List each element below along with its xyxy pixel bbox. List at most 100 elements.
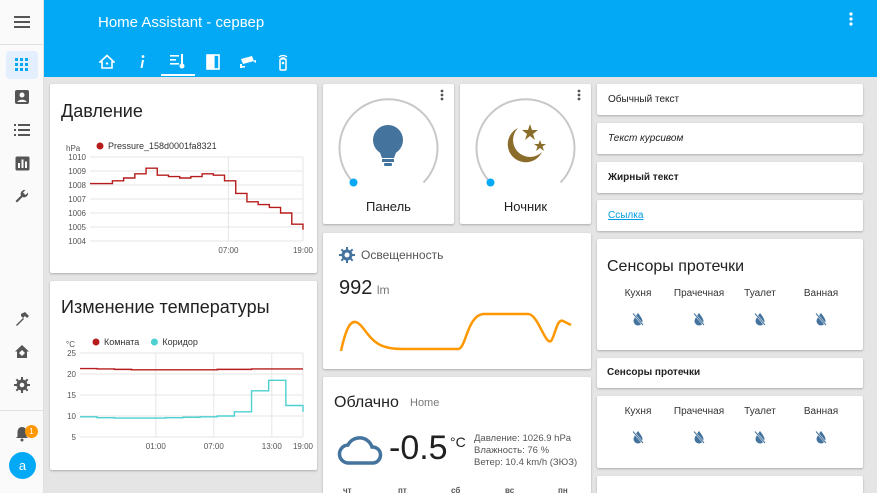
weather-card[interactable]: Облачно Home -0.5 °C Давление: 1026.9 hP… bbox=[323, 377, 591, 493]
cctv-icon bbox=[240, 56, 256, 68]
x-tick-label: 01:00 bbox=[146, 442, 167, 451]
y-tick-label: 25 bbox=[67, 349, 76, 358]
water-off-icon bbox=[784, 312, 858, 331]
light-name: Панель bbox=[366, 199, 411, 214]
y-tick-label: 5 bbox=[72, 433, 77, 442]
legend-swatch bbox=[150, 338, 158, 346]
overflow-menu-icon[interactable] bbox=[849, 12, 853, 31]
markdown-bold-text: Жирный текст bbox=[608, 172, 679, 183]
cloud-icon bbox=[337, 436, 383, 465]
notification-badge: 1 bbox=[25, 425, 38, 438]
forecast-day: чт bbox=[343, 486, 352, 493]
next-card bbox=[597, 476, 863, 493]
sidebar-item-logbook[interactable] bbox=[6, 83, 38, 111]
legend-label: Комната bbox=[104, 337, 139, 347]
sidebar-item-dev-tools[interactable] bbox=[6, 305, 38, 333]
list-icon bbox=[14, 124, 30, 136]
y-tick-label: 10 bbox=[67, 412, 76, 421]
user-avatar[interactable]: a bbox=[9, 452, 36, 479]
door-icon bbox=[206, 54, 220, 70]
leak-sensors-card: Кухня Прачечная Туалет Ванная bbox=[597, 396, 863, 468]
x-tick-label: 13:00 bbox=[262, 442, 283, 451]
app-header: Home Assistant - сервер bbox=[44, 0, 877, 77]
tab-home[interactable] bbox=[90, 48, 124, 76]
weather-pressure: Давление: 1026.9 hPa bbox=[474, 433, 572, 444]
leak-sensor-label: Ванная bbox=[803, 288, 839, 299]
markdown-card-normal: Обычный текст bbox=[597, 84, 863, 115]
y-axis-label: °C bbox=[66, 340, 75, 349]
forecast-day: пн bbox=[558, 486, 568, 493]
y-tick-label: 1008 bbox=[68, 181, 86, 190]
legend-label: Pressure_158d0001fa8321 bbox=[108, 141, 217, 151]
forecast-day: сб bbox=[451, 486, 461, 493]
sensor-sparkline bbox=[339, 312, 572, 352]
pressure-history-card: Давление 1010 1009 1008 1007 1006 1005 1004 07:… bbox=[50, 84, 317, 273]
sidebar-item-history[interactable] bbox=[6, 149, 38, 177]
y-tick-label: 1010 bbox=[68, 153, 86, 162]
leak-sensors-title-card: Сенсоры протечки bbox=[597, 358, 863, 388]
hammer-icon bbox=[16, 312, 29, 326]
tab-sensors[interactable] bbox=[161, 48, 195, 76]
weather-location: Home bbox=[410, 397, 440, 409]
chart-icon bbox=[15, 156, 29, 170]
thermostat-icon bbox=[170, 54, 185, 69]
light-name: Ночник bbox=[503, 199, 548, 214]
markdown-italic-text: Текст курсивом bbox=[608, 133, 684, 144]
moon-stars-icon[interactable] bbox=[502, 122, 548, 168]
markdown-normal-text: Обычный текст bbox=[608, 94, 680, 105]
light-card-panel[interactable]: Панель bbox=[323, 84, 454, 224]
y-axis-label: hPa bbox=[66, 144, 81, 153]
series-line bbox=[80, 367, 303, 371]
markdown-link[interactable]: Ссылка bbox=[608, 210, 643, 221]
menu-icon[interactable] bbox=[6, 8, 38, 36]
card-title: Сенсоры протечки bbox=[607, 367, 701, 378]
series-line bbox=[80, 379, 304, 419]
sidebar: 1 a bbox=[0, 0, 44, 493]
temperature-history-card: Изменение температуры 25 20 15 10 5 01:00 07:0… bbox=[50, 281, 317, 470]
tab-cameras[interactable] bbox=[231, 48, 265, 76]
info-icon bbox=[140, 55, 145, 68]
lightbulb-icon[interactable] bbox=[371, 124, 405, 168]
x-tick-label: 19:00 bbox=[293, 442, 314, 451]
leak-sensors-glance-card: Сенсоры протечки Кухня Прачечная Туалет Ван… bbox=[597, 239, 863, 350]
remote-icon bbox=[278, 54, 288, 71]
illuminance-sensor-card[interactable]: Освещенность 992 lm bbox=[323, 233, 591, 369]
sidebar-item-config[interactable] bbox=[6, 182, 38, 210]
leak-sensors-row: Кухня Прачечная Туалет Ванная bbox=[597, 288, 863, 338]
leak-sensor-entity[interactable]: Ванная bbox=[784, 406, 858, 449]
y-tick-label: 1004 bbox=[68, 237, 86, 246]
markdown-card-italic: Текст курсивом bbox=[597, 123, 863, 154]
tab-remote[interactable] bbox=[266, 48, 300, 76]
leak-sensor-label: Ванная bbox=[803, 406, 839, 417]
forecast-day: пт bbox=[398, 486, 407, 493]
sidebar-item-settings[interactable] bbox=[6, 371, 38, 399]
sidebar-item-home[interactable] bbox=[6, 338, 38, 366]
account-box-icon bbox=[15, 90, 29, 104]
tab-info[interactable] bbox=[125, 48, 159, 76]
grid-icon bbox=[15, 58, 28, 71]
y-tick-label: 1009 bbox=[68, 167, 86, 176]
card-title: Сенсоры протечки bbox=[607, 258, 745, 275]
y-tick-label: 1006 bbox=[68, 209, 86, 218]
legend-label: Коридор bbox=[162, 337, 198, 347]
forecast-day: вс bbox=[505, 486, 515, 493]
leak-sensor-entity[interactable]: Ванная bbox=[784, 288, 858, 331]
x-tick-label: 19:00 bbox=[293, 246, 314, 255]
weather-condition: Облачно bbox=[334, 394, 399, 411]
leak-sensors-row: Кухня Прачечная Туалет Ванная bbox=[597, 406, 863, 456]
weather-humidity: Влажность: 76 % bbox=[474, 445, 550, 456]
y-tick-label: 15 bbox=[67, 391, 76, 400]
legend-swatch bbox=[92, 338, 100, 346]
y-tick-label: 20 bbox=[67, 370, 76, 379]
markdown-card-link: Ссылка bbox=[597, 200, 863, 231]
light-card-nightlight[interactable]: Ночник bbox=[460, 84, 591, 224]
sidebar-item-list[interactable] bbox=[6, 116, 38, 144]
x-tick-label: 07:00 bbox=[204, 442, 225, 451]
water-off-icon bbox=[784, 430, 858, 449]
weather-temperature: -0.5 bbox=[389, 429, 448, 467]
tab-doors[interactable] bbox=[196, 48, 230, 76]
pressure-chart: 1010 1009 1008 1007 1006 1005 1004 07:00 19:00 hP… bbox=[66, 141, 314, 255]
x-tick-label: 07:00 bbox=[218, 246, 239, 255]
sidebar-item-overview[interactable] bbox=[6, 51, 38, 79]
weather-unit: °C bbox=[450, 434, 466, 450]
